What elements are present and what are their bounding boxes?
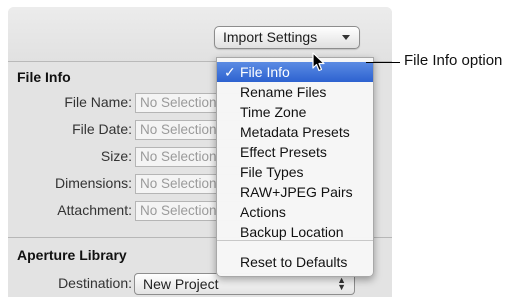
- size-label: Size:: [100, 148, 132, 164]
- menu-item-label: File Types: [240, 164, 304, 180]
- callout-line: [366, 62, 400, 63]
- menu-item-raw-jpeg-pairs[interactable]: RAW+JPEG Pairs: [217, 182, 373, 202]
- up-down-arrows-icon: ▲ ▼: [337, 275, 346, 292]
- file-info-title: File Info: [17, 69, 71, 85]
- attachment-label: Attachment:: [57, 202, 132, 218]
- menu-item-label: Actions: [240, 204, 286, 220]
- destination-value: New Project: [143, 276, 219, 292]
- menu-item-metadata-presets[interactable]: Metadata Presets: [217, 122, 373, 142]
- aperture-library-title: Aperture Library: [17, 247, 127, 263]
- menu-separator: [217, 240, 373, 241]
- menu-item-label: Effect Presets: [240, 144, 327, 160]
- import-settings-label: Import Settings: [223, 29, 318, 45]
- menu-item-label: Metadata Presets: [240, 124, 350, 140]
- menu-item-file-info[interactable]: ✓ File Info: [217, 62, 373, 82]
- callout-label: File Info option: [404, 52, 503, 69]
- menu-item-label: File Info: [240, 64, 290, 80]
- menu-item-label: Backup Location: [240, 224, 344, 240]
- menu-item-file-types[interactable]: File Types: [217, 162, 373, 182]
- menu-item-label: Rename Files: [240, 84, 327, 100]
- import-settings-menu: ✓ File Info Rename Files Time Zone Metad…: [216, 57, 374, 277]
- menu-item-effect-presets[interactable]: Effect Presets: [217, 142, 373, 162]
- import-settings-panel: Import Settings File Info File Name: No …: [8, 7, 392, 297]
- import-settings-button[interactable]: Import Settings: [214, 26, 360, 49]
- menu-item-label: RAW+JPEG Pairs: [240, 184, 353, 200]
- menu-item-time-zone[interactable]: Time Zone: [217, 102, 373, 122]
- dimensions-label: Dimensions:: [54, 175, 132, 191]
- menu-item-reset-to-defaults[interactable]: Reset to Defaults: [217, 252, 373, 272]
- menu-item-rename-files[interactable]: Rename Files: [217, 82, 373, 102]
- destination-label: Destination:: [58, 275, 132, 291]
- chevron-down-icon: [342, 35, 350, 40]
- menu-item-label: Reset to Defaults: [240, 254, 348, 270]
- arrow-cursor-icon: [312, 52, 325, 72]
- file-name-label: File Name:: [64, 94, 132, 110]
- menu-item-backup-location[interactable]: Backup Location: [217, 222, 373, 242]
- menu-item-actions[interactable]: Actions: [217, 202, 373, 222]
- menu-item-label: Time Zone: [240, 104, 307, 120]
- checkmark-icon: ✓: [224, 64, 236, 80]
- file-date-label: File Date:: [72, 121, 132, 137]
